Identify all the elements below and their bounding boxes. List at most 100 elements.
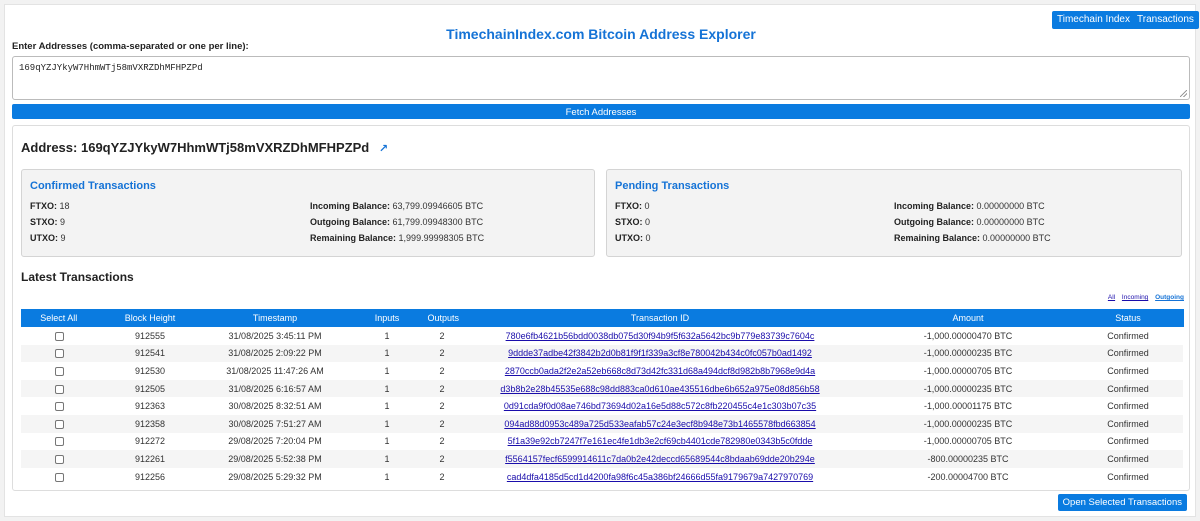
confirmed-utxo: UTXO: 9 <box>30 233 66 243</box>
status-cell: Confirmed <box>1073 450 1183 468</box>
timestamp-cell: 31/08/2025 11:47:26 AM <box>226 365 324 376</box>
outputs-cell: 2 <box>439 365 445 376</box>
transaction-id-header: Transaction ID <box>457 309 864 327</box>
amount-cell: -1,000.00000235 BTC <box>863 344 1073 363</box>
fetch-addresses-button[interactable]: Fetch Addresses <box>12 104 1190 119</box>
pending-incoming-balance: Incoming Balance: 0.00000000 BTC <box>894 201 1045 211</box>
transaction-id-cell: 2870ccb0ada2f2e2a52eb668c8d73d42fc331d68… <box>457 362 863 380</box>
row-select-checkbox[interactable] <box>54 402 64 412</box>
table-row: 912555 31/08/2025 3:45:11 PM 1 2 780e6fb4621… <box>21 327 1183 345</box>
table-row: 912261 29/08/2025 5:52:38 PM 1 2 f5564157fec… <box>21 450 1183 468</box>
block-height-cell: 912363 <box>134 401 166 412</box>
address-label: Address: <box>21 140 78 155</box>
transaction-id-cell: 9ddde37adbe42f3842b2d0b81f9f1f339a3cf8e7… <box>457 344 863 363</box>
outputs-cell: 2 <box>439 471 445 482</box>
block-height-cell: 912256 <box>134 471 166 482</box>
block-height-cell: 912272 <box>134 436 166 447</box>
open-selected-transactions-button[interactable]: Open Selected Transactions <box>1057 494 1187 511</box>
row-select-checkbox[interactable] <box>54 437 64 447</box>
row-select-checkbox[interactable] <box>54 367 64 377</box>
confirmed-stxo: STXO: 9 <box>30 217 66 227</box>
transaction-id-link[interactable]: 5f1a39e92cb7247f7e161ec4fe1db3e2cf69cb44… <box>508 436 813 446</box>
row-select-checkbox[interactable] <box>54 472 64 482</box>
status-header: Status <box>1073 309 1184 327</box>
pending-remaining-balance: Remaining Balance: 0.00000000 BTC <box>894 233 1051 243</box>
timestamp-header: Timestamp <box>203 309 348 327</box>
transaction-id-cell: cad4dfa4185d5cd1d4200fa98f6c45a386bf2466… <box>457 468 863 486</box>
block-height-cell: 912358 <box>97 414 203 433</box>
status-cell: Confirmed <box>1073 344 1183 363</box>
results-panel: Address: 169qYZJYkyW7HhmWTj58mVXRZDhMFHP… <box>12 125 1190 491</box>
select-all-header[interactable]: Select All <box>21 309 98 327</box>
pending-outgoing-balance: Outgoing Balance: 0.00000000 BTC <box>894 217 1045 227</box>
external-link-icon[interactable]: ↗ <box>379 143 388 155</box>
row-select-cell <box>21 379 97 398</box>
filter-all-link[interactable]: All <box>1108 294 1115 301</box>
timestamp-cell: 31/08/2025 6:16:57 AM <box>203 379 347 398</box>
amount-cell: -800.00000235 BTC <box>863 450 1073 468</box>
amount-cell: -1,000.00000235 BTC <box>863 379 1073 398</box>
resize-grip-icon[interactable] <box>1180 90 1187 97</box>
timestamp-cell: 30/08/2025 8:32:51 AM <box>228 401 322 412</box>
filter-outgoing-link[interactable]: Outgoing <box>1155 294 1184 301</box>
page-title: TimechainIndex.com Bitcoin Address Explo… <box>446 26 756 42</box>
timestamp-cell: 29/08/2025 5:29:32 PM <box>228 471 322 482</box>
filter-incoming-link[interactable]: Incoming <box>1122 294 1148 301</box>
transaction-filters: All Incoming Outgoing <box>1103 294 1184 301</box>
transaction-id-link[interactable]: d3b8b2e28b45535e688c98dd883ca0d610ae4355… <box>500 384 819 394</box>
transaction-id-link[interactable]: cad4dfa4185d5cd1d4200fa98f6c45a386bf2466… <box>507 472 813 482</box>
block-height-cell: 912530 <box>134 365 166 376</box>
timestamp-cell: 29/08/2025 7:20:04 PM <box>228 436 322 447</box>
inputs-cell: 1 <box>384 436 390 447</box>
confirmed-title: Confirmed Transactions <box>30 180 156 192</box>
transaction-id-link[interactable]: 780e6fb4621b56bdd0038db075d30f94b9f5f632… <box>506 331 815 341</box>
page: Timechain Index Transactions TimechainIn… <box>4 4 1199 517</box>
block-height-header: Block Height <box>97 309 204 327</box>
row-select-checkbox[interactable] <box>54 455 64 465</box>
outputs-cell: 2 <box>439 401 445 412</box>
outputs-cell: 2 <box>439 436 445 447</box>
transactions-table: Select All Block Height Timestamp Inputs Out… <box>21 309 1184 485</box>
amount-header: Amount <box>863 309 1074 327</box>
status-cell: Confirmed <box>1107 401 1149 412</box>
row-select-checkbox[interactable] <box>54 349 64 359</box>
amount-cell: -200.00004700 BTC <box>927 471 1009 482</box>
row-select-checkbox[interactable] <box>54 419 64 429</box>
row-select-cell <box>21 468 97 486</box>
block-height-cell: 912505 <box>97 379 203 398</box>
inputs-cell: 1 <box>347 450 427 468</box>
status-cell: Confirmed <box>1073 414 1183 433</box>
addresses-input[interactable] <box>12 56 1190 100</box>
table-row: 912363 30/08/2025 8:32:51 AM 1 2 0d91cda9f0d… <box>21 397 1183 415</box>
confirmed-outgoing-balance: Outgoing Balance: 61,799.09948300 BTC <box>310 217 484 227</box>
inputs-header: Inputs <box>347 309 428 327</box>
transaction-id-link[interactable]: 2870ccb0ada2f2e2a52eb668c8d73d42fc331d68… <box>505 366 815 376</box>
transaction-id-link[interactable]: 094ad88d0953c489a725d533eafab57c24e3ecf8… <box>504 419 815 429</box>
outputs-cell: 2 <box>427 379 457 398</box>
inputs-cell: 1 <box>384 401 390 412</box>
inputs-cell: 1 <box>384 330 390 341</box>
row-select-cell <box>21 450 97 468</box>
transaction-id-cell: 0d91cda9f0d08ae746bd73694d02a16e5d88c572… <box>457 397 863 415</box>
transaction-id-link[interactable]: 0d91cda9f0d08ae746bd73694d02a16e5d88c572… <box>504 401 816 411</box>
address-heading: Address: 169qYZJYkyW7HhmWTj58mVXRZDhMFHP… <box>21 140 388 155</box>
confirmed-ftxo: FTXO: 18 <box>30 201 70 211</box>
status-cell: Confirmed <box>1107 365 1149 376</box>
row-select-checkbox[interactable] <box>54 384 64 394</box>
pending-ftxo: FTXO: 0 <box>615 201 650 211</box>
table-row: 912541 31/08/2025 2:09:22 PM 1 2 9ddde37adbe… <box>21 344 1183 363</box>
timestamp-cell: 31/08/2025 3:45:11 PM <box>228 330 322 341</box>
confirmed-incoming-balance: Incoming Balance: 63,799.09946605 BTC <box>310 201 484 211</box>
row-select-cell <box>21 397 97 415</box>
transaction-id-cell: f5564157fecf6599914611c7da0b2e42deccd656… <box>457 450 863 468</box>
inputs-cell: 1 <box>347 379 427 398</box>
amount-cell: -1,000.00000705 BTC <box>923 436 1013 447</box>
confirmed-card: Confirmed Transactions FTXO: 18 STXO: 9 … <box>21 169 595 257</box>
transaction-id-link[interactable]: f5564157fecf6599914611c7da0b2e42deccd656… <box>505 454 815 464</box>
amount-cell: -1,000.00000470 BTC <box>923 330 1013 341</box>
block-height-cell: 912261 <box>97 450 203 468</box>
row-select-checkbox[interactable] <box>54 331 64 341</box>
status-cell: Confirmed <box>1107 471 1149 482</box>
inputs-cell: 1 <box>384 365 390 376</box>
transaction-id-link[interactable]: 9ddde37adbe42f3842b2d0b81f9f1f339a3cf8e7… <box>508 348 812 358</box>
